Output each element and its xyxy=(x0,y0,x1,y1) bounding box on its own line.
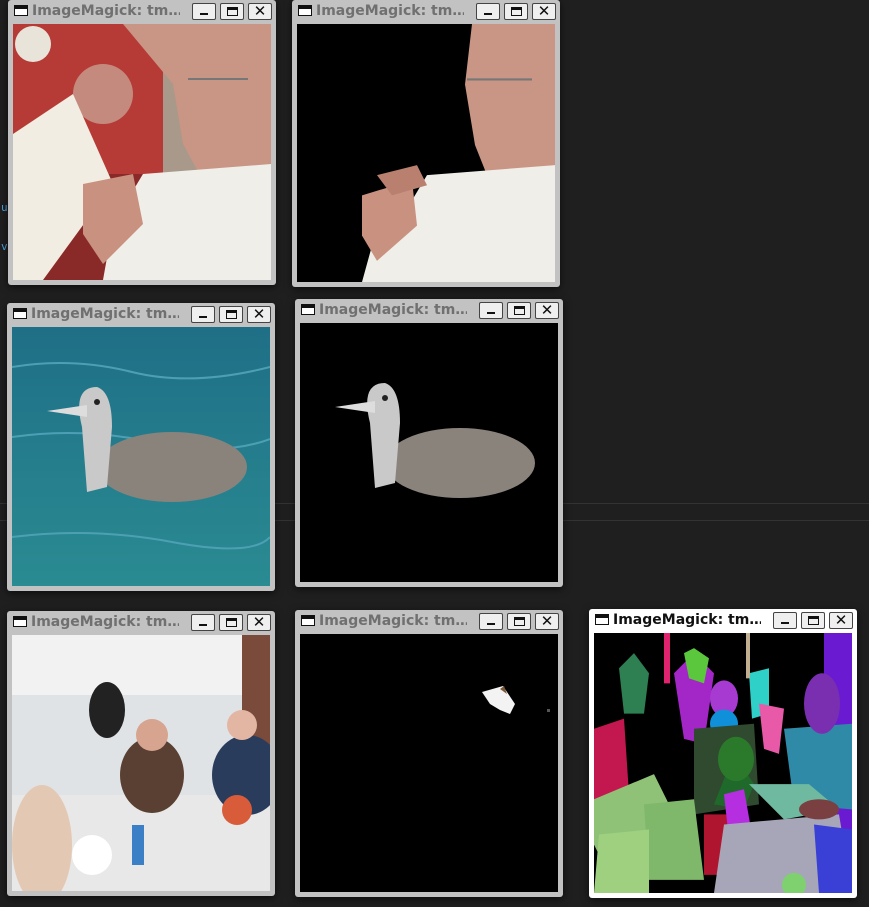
window-title: ImageMagick: tm… xyxy=(316,3,464,19)
maximize-button[interactable] xyxy=(507,302,531,319)
window-icon xyxy=(301,304,315,315)
maximize-icon xyxy=(226,618,237,627)
minimize-icon xyxy=(484,13,492,15)
mask-cafeteria xyxy=(300,634,558,892)
minimize-icon xyxy=(199,624,207,626)
photo-man-reading xyxy=(13,24,271,280)
mask-bird xyxy=(300,323,558,582)
photo-cafeteria xyxy=(12,635,270,891)
title-bar[interactable]: ImageMagick: tm… ✕ xyxy=(8,0,276,24)
imagemagick-window-cafeteria-photo[interactable]: ImageMagick: tm… ✕ xyxy=(7,611,275,896)
minimize-icon xyxy=(200,13,208,15)
image-canvas xyxy=(12,327,270,586)
image-canvas xyxy=(12,635,270,891)
imagemagick-window-bird-photo[interactable]: ImageMagick: tm… ✕ xyxy=(7,303,275,591)
close-icon: ✕ xyxy=(540,612,554,630)
window-title: ImageMagick: tm… xyxy=(31,306,179,322)
minimize-button[interactable] xyxy=(192,3,216,20)
imagemagick-window-bird-mask[interactable]: ImageMagick: tm… ✕ xyxy=(295,299,563,587)
close-button[interactable]: ✕ xyxy=(247,613,271,631)
minimize-button[interactable] xyxy=(191,306,215,323)
maximize-icon xyxy=(511,7,522,16)
photo-bird-water xyxy=(12,327,270,586)
maximize-button[interactable] xyxy=(801,612,825,629)
title-bar[interactable]: ImageMagick: tm… ✕ xyxy=(295,299,563,323)
window-icon xyxy=(13,616,27,627)
maximize-icon xyxy=(514,306,525,315)
imagemagick-window-man-mask[interactable]: ImageMagick: tm… ✕ xyxy=(292,0,560,287)
close-icon: ✕ xyxy=(252,305,266,323)
maximize-button[interactable] xyxy=(219,306,243,323)
close-button[interactable]: ✕ xyxy=(829,611,853,629)
window-icon xyxy=(14,5,28,16)
close-button[interactable]: ✕ xyxy=(248,2,272,20)
minimize-button[interactable] xyxy=(479,302,503,319)
maximize-icon xyxy=(514,617,525,626)
window-title: ImageMagick: tm… xyxy=(319,613,467,629)
mask-man-reading xyxy=(297,24,555,282)
minimize-button[interactable] xyxy=(479,613,503,630)
segmentation-cafeteria xyxy=(594,633,852,893)
image-canvas xyxy=(13,24,271,280)
window-title: ImageMagick: tm… xyxy=(319,302,467,318)
image-canvas xyxy=(300,323,558,582)
maximize-button[interactable] xyxy=(220,3,244,20)
minimize-button[interactable] xyxy=(476,3,500,20)
title-bar[interactable]: ImageMagick: tm… ✕ xyxy=(589,609,857,633)
close-button[interactable]: ✕ xyxy=(532,2,556,20)
close-icon: ✕ xyxy=(252,613,266,631)
maximize-icon xyxy=(227,7,238,16)
title-bar[interactable]: ImageMagick: tm… ✕ xyxy=(292,0,560,24)
image-canvas xyxy=(297,24,555,282)
close-button[interactable]: ✕ xyxy=(535,301,559,319)
title-bar[interactable]: ImageMagick: tm… ✕ xyxy=(7,611,275,635)
terminal-char: v xyxy=(1,240,8,253)
close-icon: ✕ xyxy=(540,301,554,319)
minimize-icon xyxy=(487,312,495,314)
image-canvas xyxy=(594,633,852,893)
image-canvas xyxy=(300,634,558,892)
title-bar[interactable]: ImageMagick: tm… ✕ xyxy=(7,303,275,327)
minimize-button[interactable] xyxy=(773,612,797,629)
imagemagick-window-cafeteria-mask[interactable]: ImageMagick: tm… ✕ xyxy=(295,610,563,897)
close-button[interactable]: ✕ xyxy=(535,612,559,630)
window-title: ImageMagick: tm… xyxy=(32,3,180,19)
window-icon xyxy=(298,5,312,16)
close-button[interactable]: ✕ xyxy=(247,305,271,323)
terminal-char: u xyxy=(1,201,8,214)
title-bar[interactable]: ImageMagick: tm… ✕ xyxy=(295,610,563,634)
window-icon xyxy=(595,614,609,625)
minimize-button[interactable] xyxy=(191,614,215,631)
close-icon: ✕ xyxy=(537,2,551,20)
minimize-icon xyxy=(199,316,207,318)
window-title: ImageMagick: tm… xyxy=(31,614,179,630)
maximize-button[interactable] xyxy=(504,3,528,20)
close-icon: ✕ xyxy=(834,611,848,629)
imagemagick-window-segmentation[interactable]: ImageMagick: tm… ✕ xyxy=(589,609,857,898)
close-icon: ✕ xyxy=(253,2,267,20)
window-icon xyxy=(13,308,27,319)
imagemagick-window-man-photo[interactable]: ImageMagick: tm… ✕ xyxy=(8,0,276,285)
window-icon xyxy=(301,615,315,626)
window-title: ImageMagick: tm… xyxy=(613,612,761,628)
maximize-button[interactable] xyxy=(219,614,243,631)
minimize-icon xyxy=(487,623,495,625)
minimize-icon xyxy=(781,622,789,624)
maximize-icon xyxy=(808,616,819,625)
maximize-icon xyxy=(226,310,237,319)
maximize-button[interactable] xyxy=(507,613,531,630)
